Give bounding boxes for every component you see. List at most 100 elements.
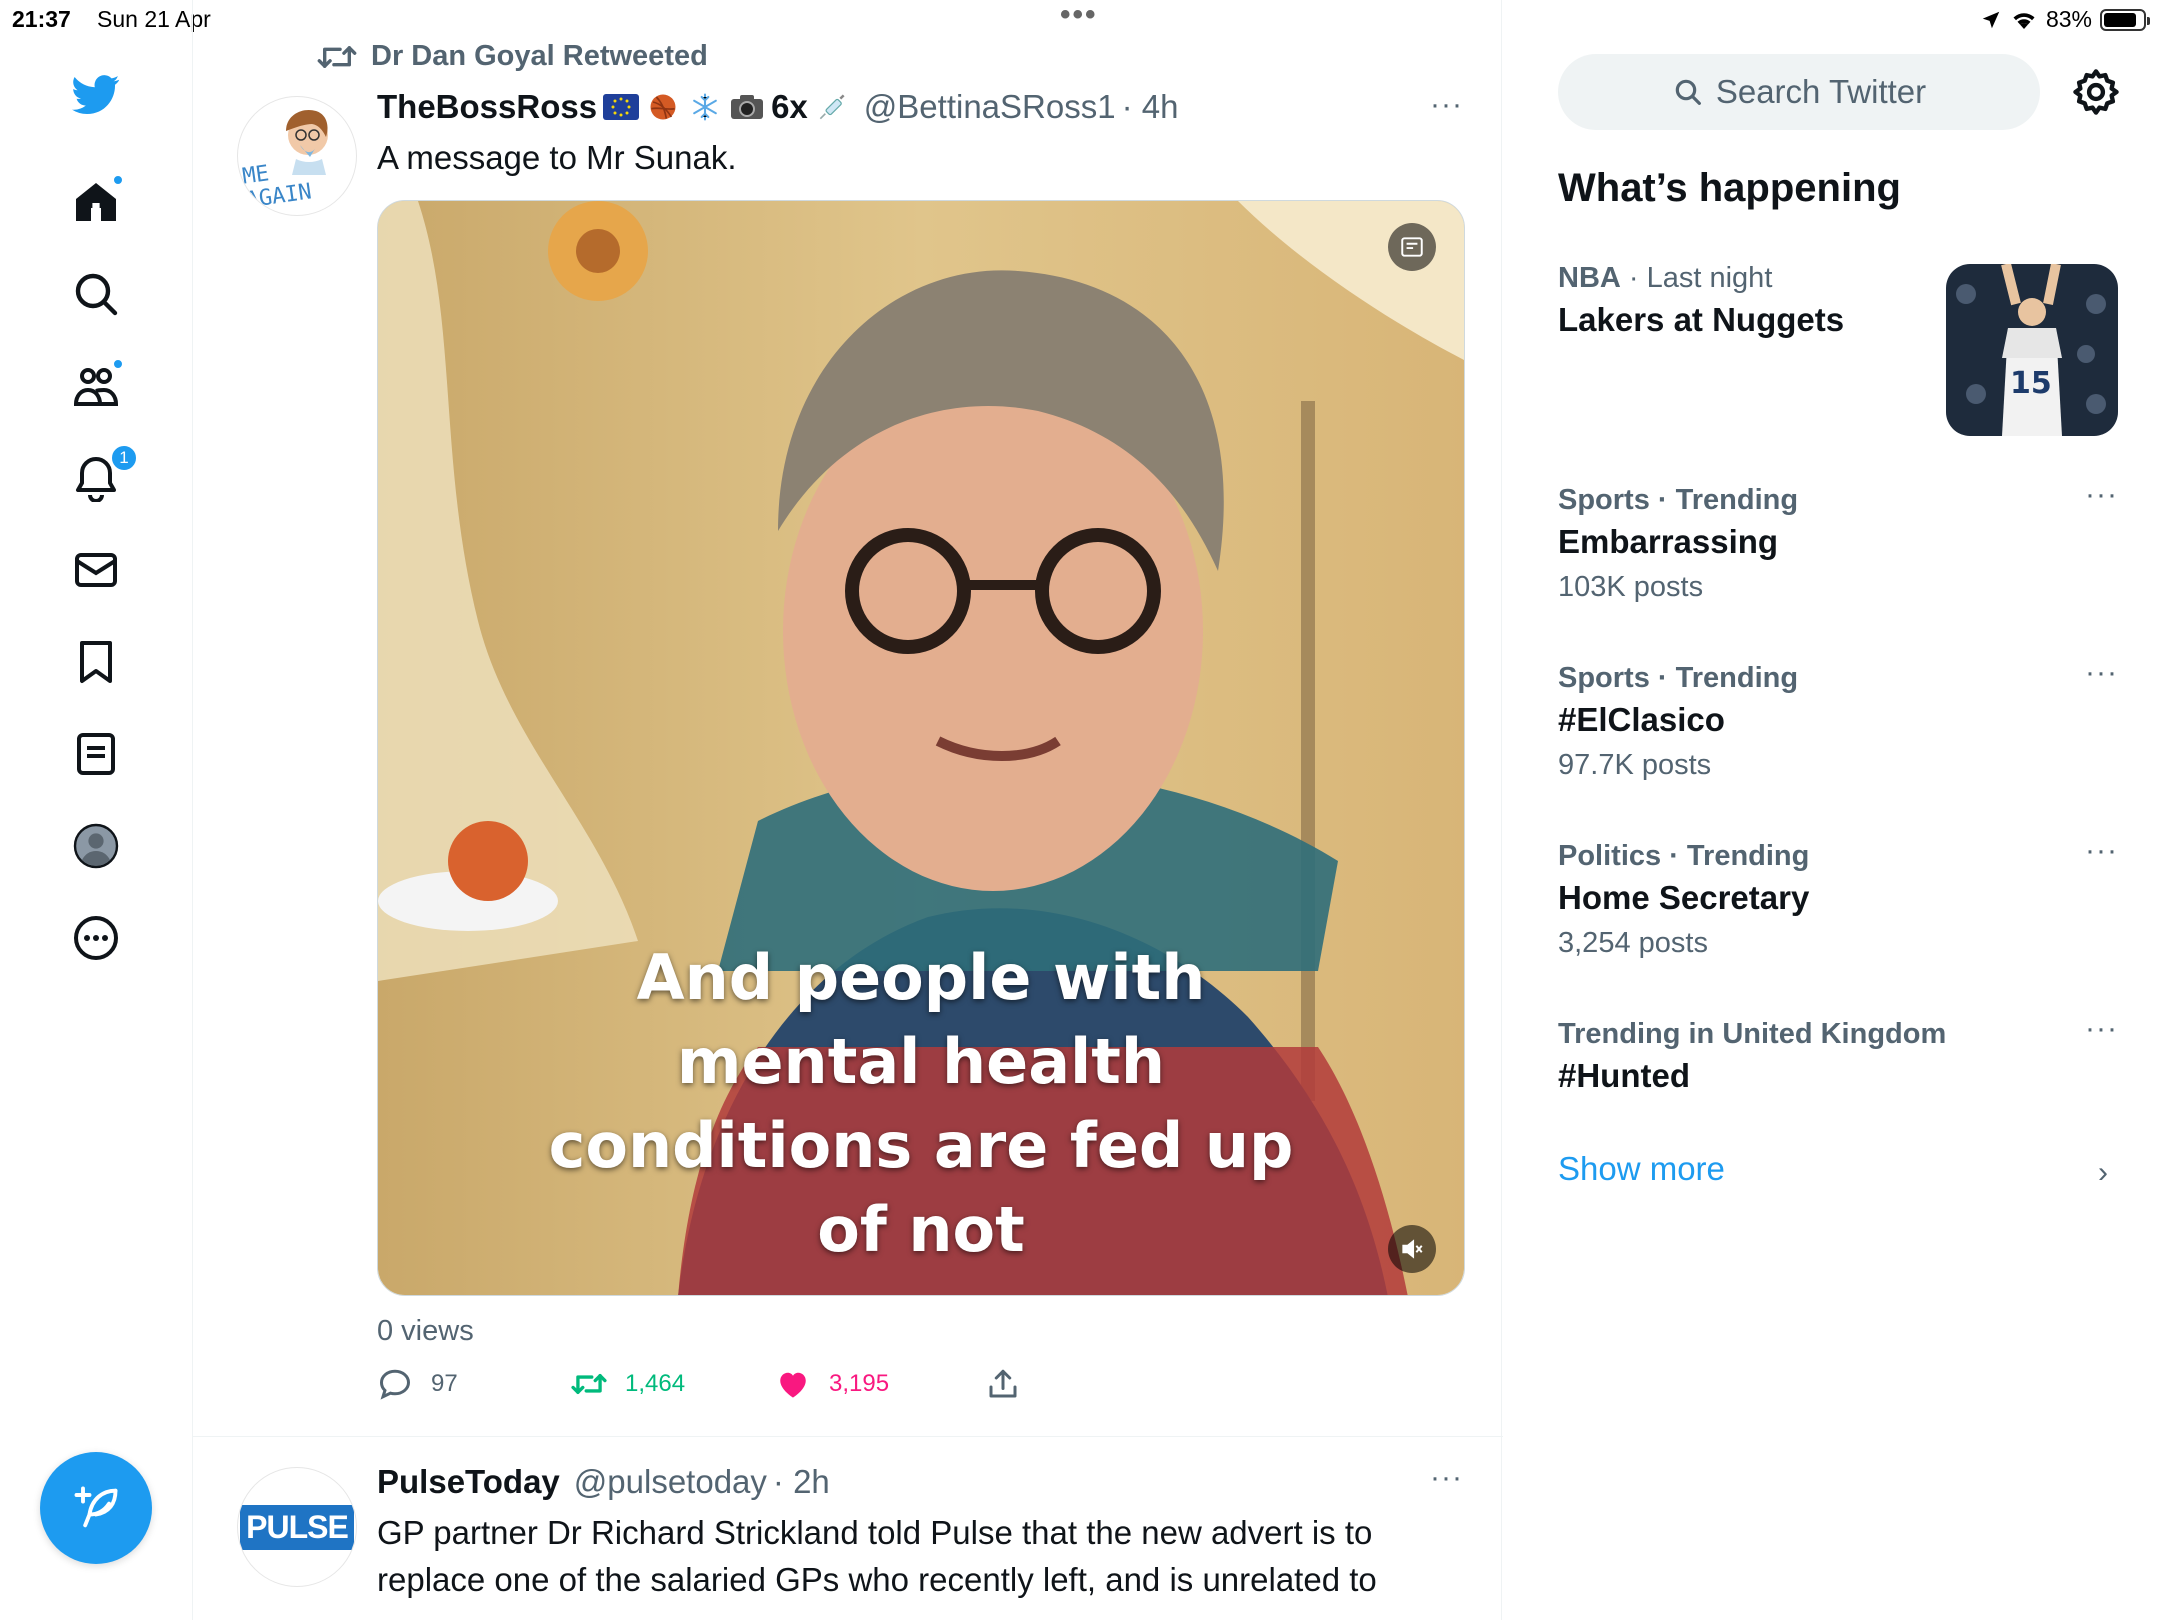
tweet-actions: 97 1,464 3,195: [377, 1366, 1077, 1410]
twitter-logo-icon[interactable]: [64, 62, 128, 126]
alt-text-button[interactable]: [1388, 223, 1436, 271]
syringe-icon: [819, 94, 845, 120]
nav-more[interactable]: [64, 906, 128, 970]
search-placeholder: Search Twitter: [1715, 73, 1927, 110]
nav-profile[interactable]: [64, 814, 128, 878]
home-unread-dot: [112, 174, 124, 186]
share-icon: [989, 1369, 1017, 1398]
bookmark-icon: [80, 641, 112, 683]
tweet-time[interactable]: · 2h: [773, 1463, 830, 1501]
tweet-time[interactable]: · 4h: [1122, 88, 1179, 126]
communities-unread-dot: [112, 358, 124, 370]
mail-icon: [75, 553, 117, 587]
trend-title: #ElClasico: [1558, 701, 1725, 738]
nav-lists[interactable]: [64, 722, 128, 786]
nav-home[interactable]: [64, 170, 128, 234]
share-button[interactable]: [985, 1366, 1021, 1402]
trend-more-button[interactable]: ···: [2085, 656, 2118, 690]
status-time: 21:37: [12, 6, 71, 32]
profile-icon: [73, 823, 119, 869]
view-count: 0 views: [377, 1315, 474, 1347]
notifications-badge: 1: [110, 444, 138, 472]
mute-button[interactable]: [1388, 1225, 1436, 1273]
tweet-header: TheBossRoss 6x @BettinaSRoss1 · 4h: [377, 88, 1178, 126]
nav-communities[interactable]: [64, 354, 128, 418]
retweet-button[interactable]: 1,464: [571, 1366, 685, 1402]
nav-messages[interactable]: [64, 538, 128, 602]
right-sidebar: Search Twitter What’s happening NBA · La…: [1502, 0, 2160, 1620]
trend-title: #Hunted: [1558, 1057, 1690, 1094]
tweet[interactable]: PULSE PulseToday @pulsetoday · 2h ··· GP…: [193, 1437, 1503, 1620]
video-caption: And people with mental health conditions…: [548, 941, 1294, 1266]
retweeted-by: Dr Dan Goyal Retweeted: [371, 40, 708, 72]
reply-count: 97: [431, 1370, 458, 1397]
left-navigation: 1: [0, 40, 192, 1620]
like-count: 3,195: [829, 1370, 890, 1397]
trend-meta: Politics · Trending: [1558, 840, 1810, 872]
list-icon: [77, 733, 115, 775]
like-button[interactable]: 3,195: [775, 1366, 889, 1402]
chevron-right-icon: ›: [2098, 1156, 2108, 1189]
handle[interactable]: @BettinaSRoss1: [864, 88, 1116, 126]
jersey-number: 15: [2010, 366, 2052, 401]
more-circle-icon: [74, 916, 118, 960]
avatar-logo-text: PULSE: [240, 1504, 354, 1550]
trend-title: Embarrassing: [1558, 523, 1779, 560]
search-icon: [1675, 79, 1701, 105]
whats-happening-title: What’s happening: [1558, 166, 1901, 210]
nav-explore[interactable]: [64, 262, 128, 326]
retweet-icon: [317, 45, 357, 68]
avatar-text: ME AGAIN: [240, 161, 314, 214]
trend-item[interactable]: Sports · Trending #ElClasico 97.7K posts…: [1558, 656, 2118, 782]
tweet-video[interactable]: And people with mental health conditions…: [377, 200, 1465, 1296]
tweet[interactable]: Dr Dan Goyal Retweeted ME AGAIN TheBossRo…: [193, 0, 1503, 1440]
retweet-icon: [571, 1374, 607, 1394]
avatar[interactable]: PULSE: [237, 1467, 357, 1587]
eu-flag-icon: [603, 94, 640, 120]
basketball-player-image: [1946, 264, 2118, 436]
trend-count: 97.7K posts: [1558, 749, 1712, 781]
tweet-more-button[interactable]: ···: [1430, 88, 1463, 122]
tweet-text: GP partner Dr Richard Strickland told Pu…: [377, 1514, 1377, 1598]
volume-muted-icon: [1402, 1239, 1423, 1259]
trend-image[interactable]: 15: [1946, 264, 2118, 436]
trend-item[interactable]: Trending in United Kingdom #Hunted ···: [1558, 1012, 2118, 1095]
trend-more-button[interactable]: ···: [2085, 1012, 2118, 1046]
tweet-header: PulseToday @pulsetoday · 2h: [377, 1463, 830, 1501]
trend-meta: Sports · Trending: [1558, 484, 1799, 516]
nav-notifications[interactable]: 1: [64, 444, 138, 510]
trend-count: 103K posts: [1558, 571, 1704, 603]
trend-meta: Trending in United Kingdom: [1558, 1018, 1947, 1050]
home-icon: [76, 183, 116, 221]
show-more-link[interactable]: Show more: [1558, 1150, 1725, 1188]
trend-item[interactable]: Sports · Trending Embarrassing 103K post…: [1558, 478, 2118, 604]
timeline: Dr Dan Goyal Retweeted ME AGAIN TheBossRo…: [192, 0, 1503, 1620]
snowflake-icon: [693, 93, 717, 121]
reply-icon: [379, 1369, 411, 1400]
heart-filled-icon: [780, 1372, 806, 1398]
tweet-text: A message to Mr Sunak.: [377, 139, 737, 176]
compose-tweet-button[interactable]: [40, 1452, 152, 1564]
tweet-more-button[interactable]: ···: [1430, 1461, 1463, 1495]
trend-title: Home Secretary: [1558, 879, 1810, 916]
trend-item[interactable]: Politics · Trending Home Secretary 3,254…: [1558, 834, 2118, 960]
settings-gear-icon[interactable]: [2070, 66, 2122, 118]
display-name[interactable]: TheBossRoss: [377, 88, 597, 126]
handle[interactable]: @pulsetoday: [574, 1463, 767, 1501]
search-icon: [75, 273, 118, 316]
trend-count: 3,254 posts: [1558, 927, 1708, 959]
retweet-context: Dr Dan Goyal Retweeted: [317, 40, 708, 73]
trend-meta: Sports · Trending: [1558, 662, 1799, 694]
retweet-count: 1,464: [625, 1370, 686, 1397]
yarn-ball-icon: [650, 94, 676, 120]
display-name[interactable]: PulseToday: [377, 1463, 560, 1501]
avatar[interactable]: ME AGAIN: [237, 96, 357, 216]
name-suffix: 6x: [771, 88, 808, 125]
reply-button[interactable]: 97: [377, 1366, 458, 1402]
camera-icon: [731, 95, 764, 119]
trend-more-button[interactable]: ···: [2085, 834, 2118, 868]
nav-bookmarks[interactable]: [64, 630, 128, 694]
search-input[interactable]: Search Twitter: [1558, 54, 2040, 130]
communities-icon: [73, 368, 119, 406]
trend-more-button[interactable]: ···: [2085, 478, 2118, 512]
